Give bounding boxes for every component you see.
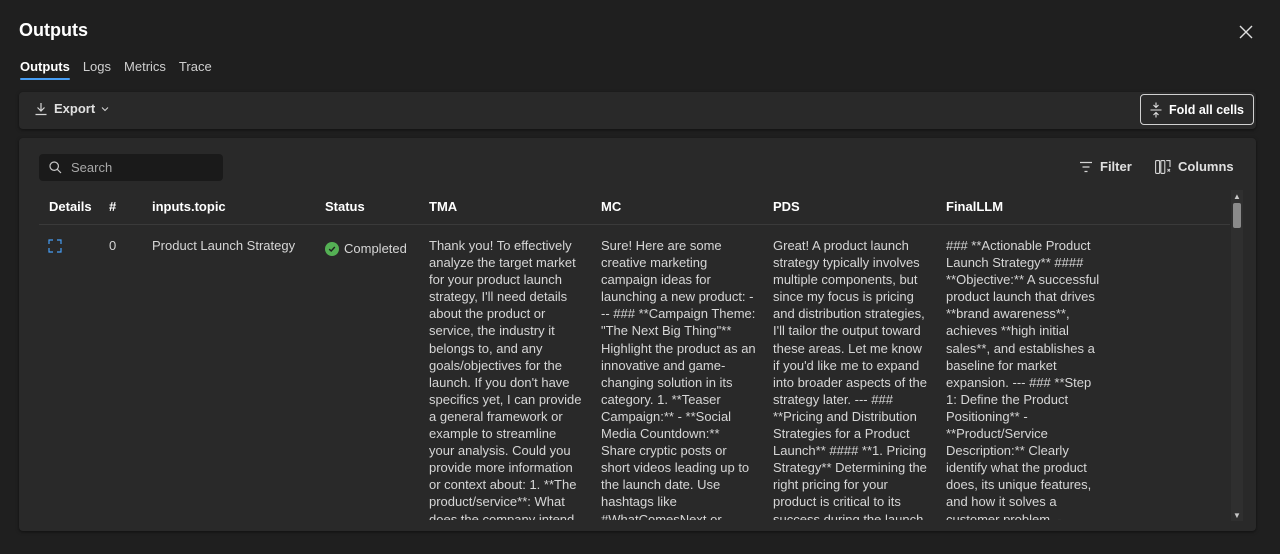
scroll-thumb[interactable] [1233, 203, 1241, 228]
page-title: Outputs [19, 20, 88, 40]
check-circle-icon [325, 241, 339, 256]
status-label: Completed [344, 241, 407, 256]
filter-label: Filter [1100, 159, 1132, 174]
header-index[interactable]: # [109, 199, 116, 214]
fold-all-cells-button[interactable]: Fold all cells [1140, 94, 1254, 125]
header-tma[interactable]: TMA [429, 199, 457, 214]
cell-tma: Thank you! To effectively analyze the ta… [429, 238, 582, 520]
search-icon [49, 161, 62, 174]
header-status[interactable]: Status [325, 199, 365, 214]
header-details[interactable]: Details [49, 199, 92, 214]
results-table: Details # inputs.topic Status TMA MC PDS… [39, 190, 1230, 520]
fold-label: Fold all cells [1168, 102, 1245, 117]
export-label: Export [54, 101, 96, 116]
close-icon [1239, 25, 1253, 39]
export-button[interactable]: Export [34, 101, 109, 116]
columns-button[interactable]: Columns [1155, 159, 1234, 174]
columns-label: Columns [1178, 159, 1234, 174]
toolbar: Export Fold all cells [19, 92, 1256, 129]
expand-icon [48, 239, 62, 253]
table-row: 0 Product Launch Strategy Completed Than… [39, 226, 1230, 520]
tab-logs[interactable]: Logs [83, 59, 111, 80]
row-topic: Product Launch Strategy [152, 238, 296, 253]
scroll-down-arrow-icon[interactable]: ▼ [1233, 510, 1241, 520]
scroll-up-arrow-icon[interactable]: ▲ [1233, 191, 1241, 201]
search-input[interactable] [71, 160, 211, 175]
columns-icon [1155, 159, 1171, 174]
expand-details-button[interactable] [48, 239, 62, 256]
header-finalllm[interactable]: FinalLLM [946, 199, 1003, 214]
cell-mc: Sure! Here are some creative marketing c… [601, 238, 756, 520]
close-button[interactable] [1236, 22, 1256, 42]
cell-finalllm: ### **Actionable Product Launch Strategy… [946, 238, 1100, 520]
status-badge: Completed [325, 240, 407, 257]
row-index: 0 [109, 238, 117, 253]
cell-pds: Great! A product launch strategy typical… [773, 238, 927, 520]
header-pds[interactable]: PDS [773, 199, 800, 214]
results-panel: Filter Columns Details # inputs.topic St… [19, 138, 1256, 531]
chevron-down-icon [101, 106, 109, 111]
filter-button[interactable]: Filter [1079, 159, 1132, 174]
tab-trace[interactable]: Trace [179, 59, 212, 80]
vertical-scrollbar[interactable]: ▲ ▼ [1231, 190, 1243, 521]
tab-metrics[interactable]: Metrics [124, 59, 166, 80]
header-mc[interactable]: MC [601, 199, 621, 214]
header-inputs-topic[interactable]: inputs.topic [152, 199, 226, 214]
tab-bar: Outputs Logs Metrics Trace [20, 59, 212, 80]
tab-outputs[interactable]: Outputs [20, 59, 70, 80]
fold-icon [1150, 102, 1162, 117]
search-box[interactable] [39, 154, 223, 181]
filter-icon [1080, 161, 1092, 172]
download-icon [35, 102, 47, 115]
table-header-row: Details # inputs.topic Status TMA MC PDS… [39, 190, 1230, 225]
